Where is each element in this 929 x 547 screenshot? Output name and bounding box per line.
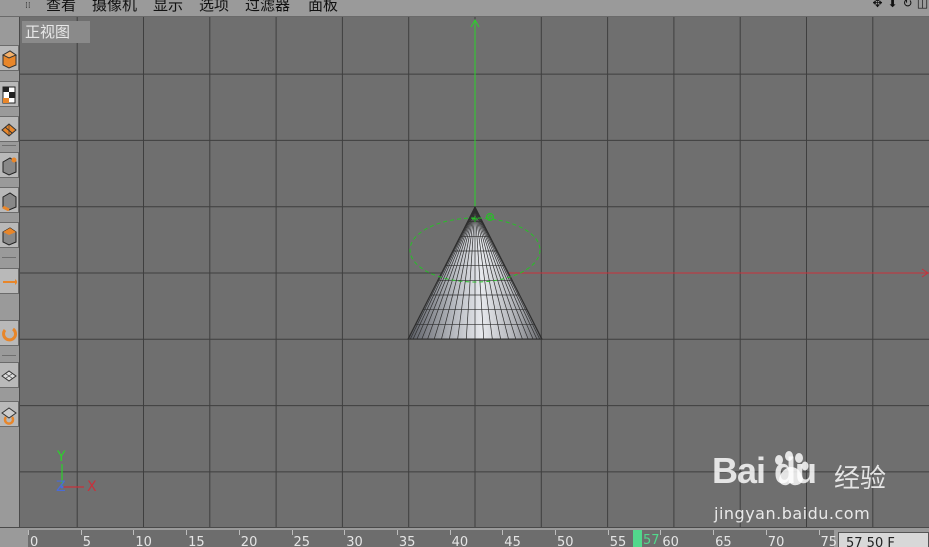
timeline-tick: [818, 530, 820, 535]
timeline-tick: [133, 530, 135, 535]
zoom-view-icon[interactable]: ⬇: [886, 0, 899, 13]
edge-mode-tool[interactable]: [0, 187, 19, 213]
timeline-tick: [765, 530, 767, 535]
timeline-tick-label: 50: [557, 535, 574, 547]
timeline-tick-label: 25: [293, 535, 311, 547]
timeline-tick-label: 55: [609, 535, 627, 547]
timeline-tick-label: 65: [715, 535, 732, 547]
timeline-tick-label: 40: [451, 535, 469, 547]
viewport-nav-icons: ✥ ⬇ ↻ ◫: [871, 0, 929, 13]
checker-tool[interactable]: [0, 81, 19, 107]
texture-icon: [1, 123, 17, 137]
timeline-tick-label: 70: [767, 535, 785, 547]
timeline-tick: [28, 530, 29, 535]
viewport-menubar: ⁞⁞ 查看 摄像机 显示 选项 过滤器 面板 ✥ ⬇ ↻ ◫: [0, 0, 929, 17]
timeline-tick: [555, 530, 556, 535]
left-toolbar: [0, 17, 20, 527]
move-view-icon[interactable]: ✥: [871, 0, 884, 13]
current-frame-label: 57: [643, 533, 660, 547]
view-label: 正视图: [22, 21, 90, 43]
timeline-tick-label: 10: [135, 535, 152, 547]
timeline-tick-label: 30: [346, 535, 363, 547]
view-cube-tool[interactable]: [0, 45, 19, 71]
timeline-tick: [713, 530, 715, 535]
current-frame-field[interactable]: 57 50 F: [838, 532, 929, 547]
timeline-tick-label: 45: [504, 535, 521, 547]
rotate-tool-icon: [2, 327, 17, 342]
timeline-tick: [396, 530, 398, 535]
timeline-tick: [607, 530, 609, 535]
menu-panel[interactable]: 面板: [308, 0, 338, 15]
workplane-tool[interactable]: [0, 401, 19, 427]
rotate-tool[interactable]: [0, 320, 19, 346]
toggle-view-icon[interactable]: ◫: [916, 0, 929, 13]
move-tool[interactable]: [0, 268, 19, 294]
menu-view[interactable]: 查看: [46, 0, 76, 15]
panel-grip-icon[interactable]: ⁞⁞: [25, 1, 35, 11]
timeline-tick-label: 60: [662, 535, 679, 547]
menu-display[interactable]: 显示: [153, 0, 183, 15]
plane-icon: [1, 370, 17, 382]
plane-tool[interactable]: [0, 362, 19, 388]
timeline-tick-label: 35: [398, 535, 416, 547]
polygon-mode-icon: [2, 227, 17, 246]
timeline-tick: [502, 530, 504, 535]
timeline-tick: [238, 530, 240, 535]
workplane-icon: [1, 407, 17, 425]
edge-mode-icon: [2, 192, 17, 211]
watermark-chinese-text: 经验: [834, 464, 887, 494]
timeline-tick: [449, 530, 451, 535]
timeline-tick: [291, 530, 293, 535]
move-tool-icon: [3, 279, 17, 285]
gizmo-x-label: X: [87, 479, 97, 495]
polygon-mode-tool[interactable]: [0, 222, 19, 248]
menu-options[interactable]: 选项: [199, 0, 229, 15]
menu-camera[interactable]: 摄像机: [92, 0, 137, 15]
timeline-tick-label: 75: [820, 535, 838, 547]
timeline-tick-label: 20: [240, 535, 258, 547]
rotate-view-icon[interactable]: ↻: [901, 0, 914, 13]
checker-icon: [2, 86, 16, 104]
timeline-tick: [186, 530, 188, 535]
timeline: 0 5 10 15 20 25 30 35 40 45 50 55 60 65 70 75 57 57 50 …: [0, 527, 929, 547]
texture-tool[interactable]: [0, 116, 19, 142]
timeline-tick: [80, 530, 82, 535]
timeline-tick: [344, 530, 346, 535]
timeline-tick: [660, 530, 662, 535]
point-mode-icon: [2, 157, 17, 176]
baidu-watermark: Bai du 经验 jingyan.baidu.com: [690, 450, 920, 527]
watermark-url: jingyan.baidu.com: [714, 504, 871, 523]
timeline-tick-label: 0: [30, 535, 39, 547]
timeline-ruler[interactable]: 0 5 10 15 20 25 30 35 40 45 50 55 60 65 70 75: [28, 530, 837, 547]
timeline-playhead[interactable]: [633, 530, 642, 547]
timeline-tick-label: 15: [188, 535, 205, 547]
point-mode-tool[interactable]: [0, 152, 19, 178]
gizmo-y-label: Y: [57, 449, 66, 465]
menu-filter[interactable]: 过滤器: [245, 0, 290, 15]
axis-lines: [470, 18, 929, 278]
watermark-logo-text: Bai du: [712, 450, 817, 491]
view-cube-icon: [1, 50, 17, 69]
gizmo-z-label: Z: [56, 479, 66, 495]
timeline-tick-label: 5: [82, 535, 91, 547]
